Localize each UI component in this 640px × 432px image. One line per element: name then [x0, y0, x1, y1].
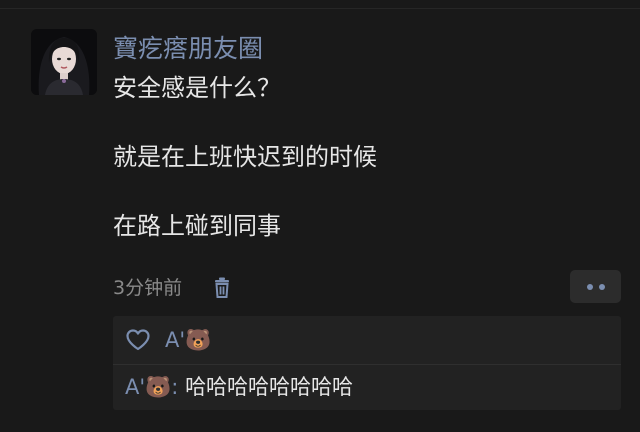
- trash-icon[interactable]: [210, 276, 234, 300]
- post-text-line-1: 安全感是什么？: [113, 74, 281, 102]
- post-text-line-2: 就是在上班快迟到的时候: [113, 143, 377, 171]
- heart-outline-icon: [125, 328, 151, 352]
- top-divider: [0, 8, 640, 9]
- avatar[interactable]: [31, 29, 97, 95]
- comment-author[interactable]: A'🐻: [125, 375, 171, 399]
- avatar-portrait: [31, 29, 97, 95]
- comment-text: 哈哈哈哈哈哈哈哈: [185, 375, 354, 399]
- likes-row: A'🐻: [113, 316, 621, 364]
- post-text-line-3: 在路上碰到同事: [113, 212, 281, 240]
- post-author-name[interactable]: 寶疙瘩朋友圈: [113, 32, 263, 66]
- comment-item[interactable]: A'🐻: 哈哈哈哈哈哈哈哈: [125, 372, 353, 402]
- more-dot-icon: [598, 283, 605, 290]
- liker-name[interactable]: A'🐻: [165, 326, 211, 354]
- panel-divider: [113, 364, 621, 365]
- interaction-panel: A'🐻 A'🐻: 哈哈哈哈哈哈哈哈: [113, 316, 621, 410]
- more-dot-icon: [586, 283, 593, 290]
- more-options-button[interactable]: [570, 270, 621, 303]
- comment-separator: :: [171, 375, 179, 399]
- post-timestamp: 3分钟前: [113, 277, 183, 299]
